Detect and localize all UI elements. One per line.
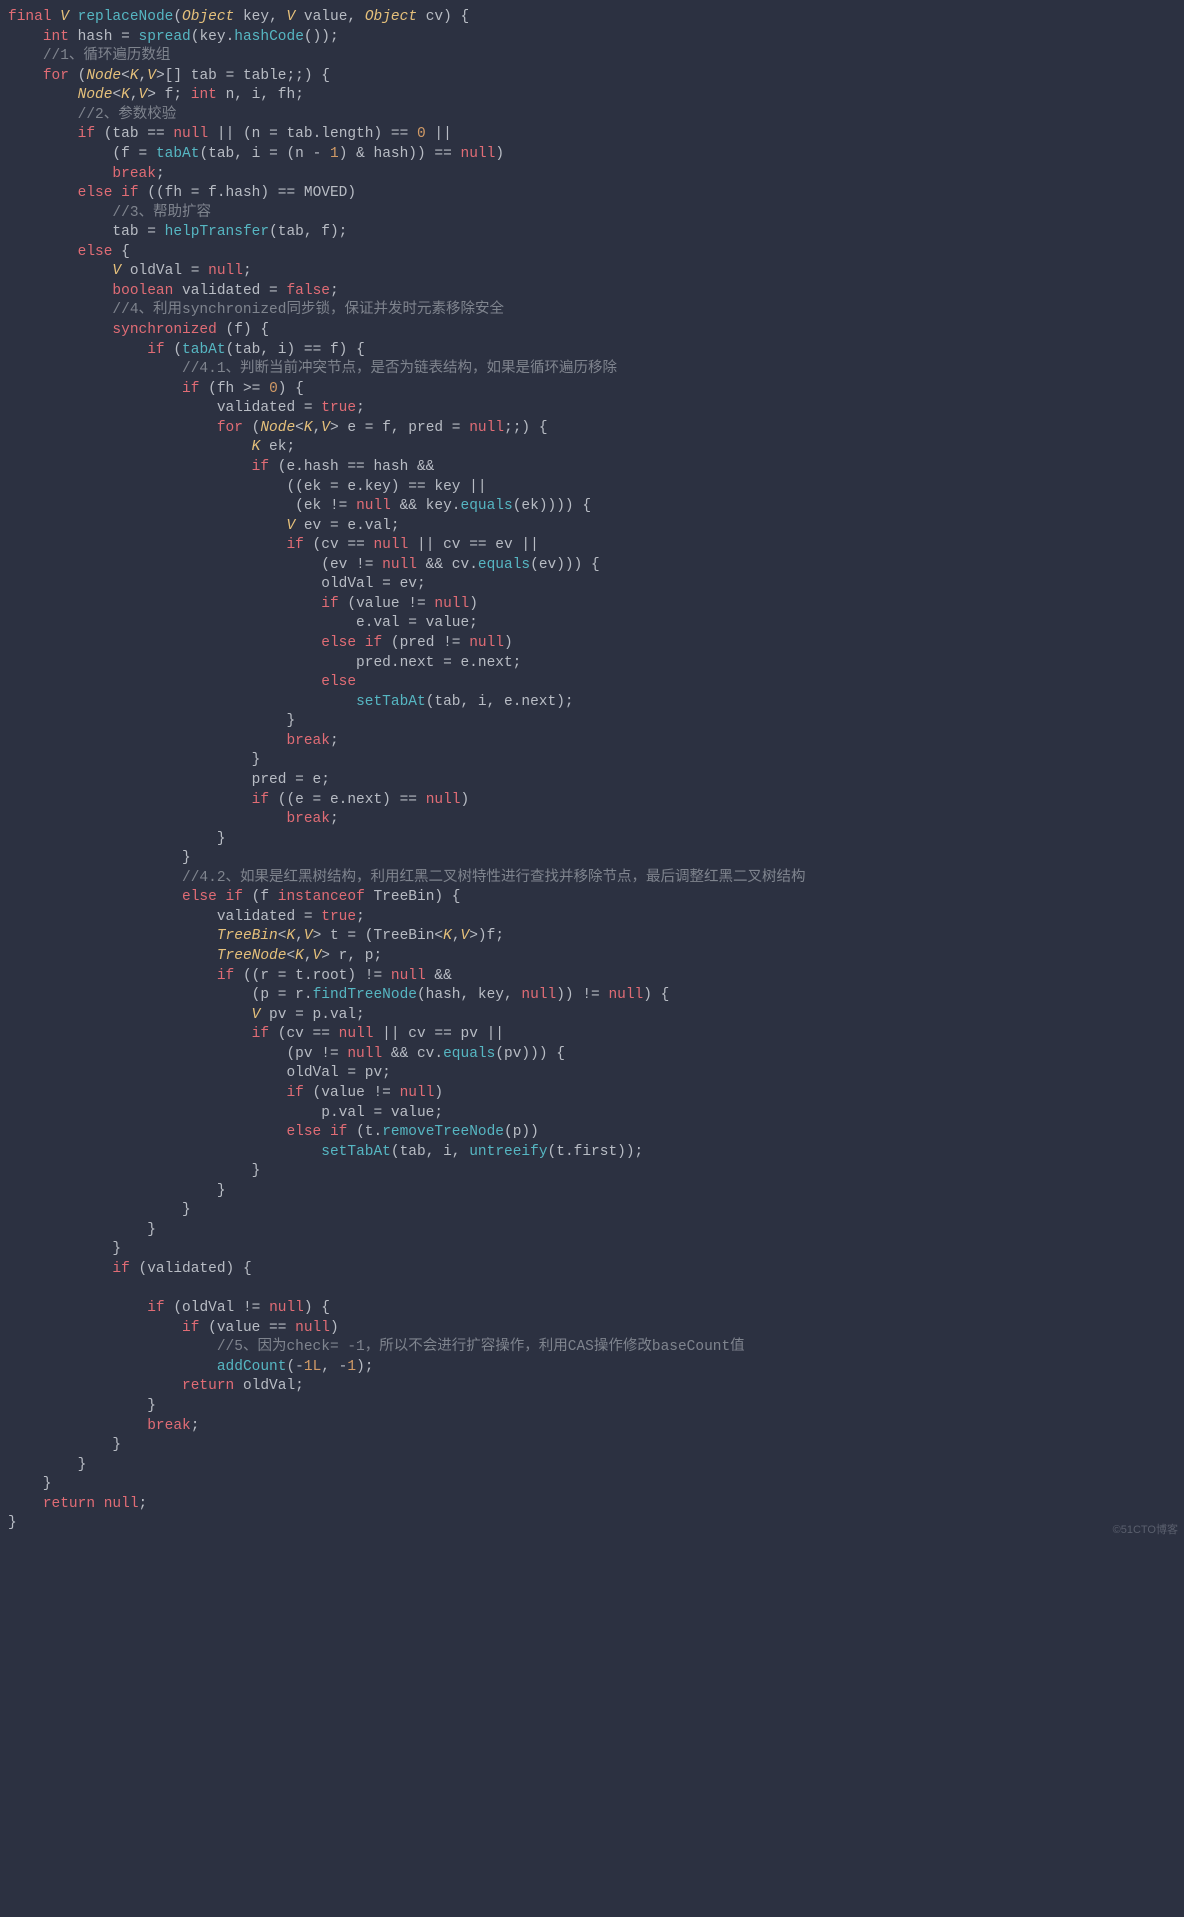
watermark: ©51CTO博客: [1113, 1523, 1178, 1538]
code-block: final V replaceNode(Object key, V value,…: [8, 8, 1176, 1534]
